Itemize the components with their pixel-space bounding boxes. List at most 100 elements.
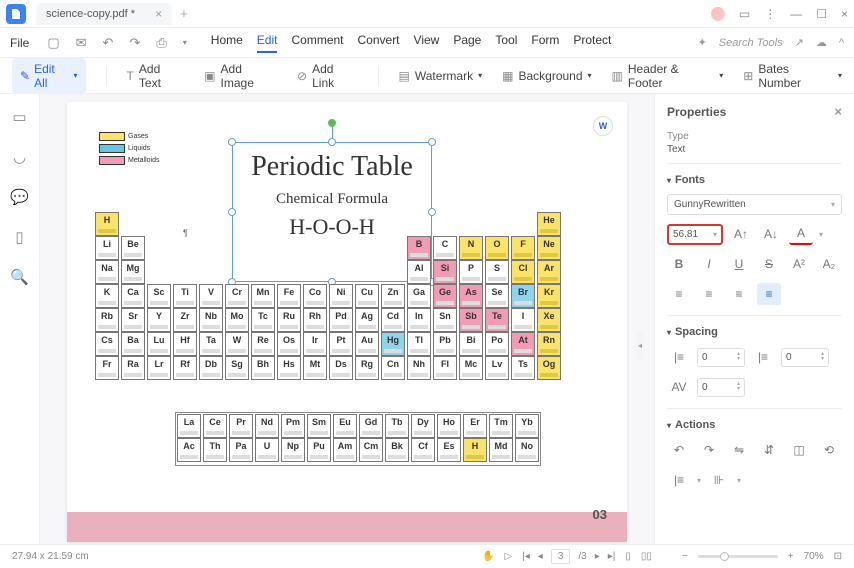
expand-right-handle[interactable]: ◂ bbox=[636, 330, 644, 360]
tab-tool[interactable]: Tool bbox=[495, 33, 517, 53]
undo-icon[interactable]: ↶ bbox=[97, 35, 120, 51]
bookmarks-icon[interactable]: ◡ bbox=[13, 148, 26, 166]
char-spacing-input[interactable]: 0▴▾ bbox=[697, 378, 745, 397]
resize-handle-ne[interactable] bbox=[428, 138, 436, 146]
tab-home[interactable]: Home bbox=[211, 33, 243, 53]
tab-close-icon[interactable]: × bbox=[155, 7, 162, 21]
underline-icon[interactable]: U bbox=[727, 253, 751, 275]
rotation-handle[interactable] bbox=[328, 119, 336, 127]
tab-edit[interactable]: Edit bbox=[257, 33, 278, 53]
italic-icon[interactable]: I bbox=[697, 253, 721, 275]
search-wand-icon[interactable]: ✦ bbox=[698, 36, 707, 49]
canvas[interactable]: W ¶ Gases Liquids Metalloids Periodic Ta… bbox=[40, 94, 654, 544]
tab-form[interactable]: Form bbox=[531, 33, 559, 53]
add-text-button[interactable]: TAdd Text bbox=[127, 62, 185, 90]
background-button[interactable]: ▦Background▾ bbox=[502, 69, 591, 83]
file-menu[interactable]: File bbox=[10, 36, 29, 50]
next-page-icon[interactable]: ▸ bbox=[595, 551, 600, 562]
font-color-icon[interactable]: A bbox=[789, 223, 813, 245]
resize-handle-nw[interactable] bbox=[228, 138, 236, 146]
header-footer-button[interactable]: ▥Header & Footer▾ bbox=[612, 62, 724, 90]
increase-font-icon[interactable]: A↑ bbox=[729, 223, 753, 245]
kebab-icon[interactable]: ⋮ bbox=[764, 7, 776, 21]
zoom-thumb[interactable] bbox=[720, 552, 729, 561]
notify-icon[interactable]: ▭ bbox=[739, 7, 750, 21]
tab-page[interactable]: Page bbox=[453, 33, 481, 53]
minimize-icon[interactable]: — bbox=[790, 7, 802, 21]
two-page-icon[interactable]: ▯▯ bbox=[641, 551, 652, 562]
collapse-ribbon-icon[interactable]: ^ bbox=[839, 37, 844, 49]
tab-comment[interactable]: Comment bbox=[291, 33, 343, 53]
zoom-in-icon[interactable]: + bbox=[788, 551, 794, 562]
close-window-icon[interactable]: × bbox=[841, 7, 848, 21]
document-tab[interactable]: science-copy.pdf * × bbox=[36, 3, 172, 25]
flip-h-icon[interactable]: ⇋ bbox=[727, 439, 751, 461]
attachments-icon[interactable]: ▯ bbox=[15, 228, 23, 246]
word-export-icon[interactable]: W bbox=[593, 116, 613, 136]
bates-number-button[interactable]: ⊞Bates Number▾ bbox=[743, 62, 842, 90]
print-icon[interactable]: ⎙ bbox=[150, 35, 172, 51]
text-selection-box[interactable]: Periodic Table Chemical Formula H-O-O-H bbox=[232, 142, 432, 282]
cloud-sync-icon[interactable]: ☁ bbox=[816, 36, 827, 49]
tab-convert[interactable]: Convert bbox=[358, 33, 400, 53]
bold-icon[interactable]: B bbox=[667, 253, 691, 275]
align-right-icon[interactable]: ≡ bbox=[727, 283, 751, 305]
superscript-icon[interactable]: A² bbox=[787, 253, 811, 275]
add-image-button[interactable]: ▣Add Image bbox=[204, 62, 277, 90]
font-family-select[interactable]: GunnyRewritten▾ bbox=[667, 194, 842, 215]
mail-icon[interactable]: ✉ bbox=[70, 35, 93, 51]
fonts-section[interactable]: Fonts bbox=[675, 174, 705, 186]
element-Se: Se bbox=[485, 284, 509, 308]
open-external-icon[interactable]: ↗ bbox=[795, 36, 804, 49]
add-link-button[interactable]: ⊘Add Link bbox=[297, 62, 358, 90]
fit-page-icon[interactable]: ⊡ bbox=[834, 551, 842, 562]
save-icon[interactable]: ▢ bbox=[41, 35, 65, 51]
thumbnails-icon[interactable]: ▭ bbox=[12, 108, 26, 126]
chevron-down-icon[interactable]: ▾ bbox=[177, 38, 193, 47]
strikethrough-icon[interactable]: S bbox=[757, 253, 781, 275]
zoom-slider[interactable] bbox=[698, 555, 778, 558]
element-Li: Li bbox=[95, 236, 119, 260]
replace-icon[interactable]: ⟲ bbox=[817, 439, 841, 461]
align-left-icon[interactable]: ≡ bbox=[667, 283, 691, 305]
decrease-font-icon[interactable]: A↓ bbox=[759, 223, 783, 245]
spacing-section[interactable]: Spacing bbox=[675, 326, 718, 338]
resize-handle-w[interactable] bbox=[228, 208, 236, 216]
prev-page-icon[interactable]: ◂ bbox=[538, 551, 543, 562]
crop-icon[interactable]: ◫ bbox=[787, 439, 811, 461]
hand-tool-icon[interactable]: ✋ bbox=[482, 551, 494, 562]
subscript-icon[interactable]: A₂ bbox=[817, 253, 841, 275]
line-spacing-input[interactable]: 0▴▾ bbox=[697, 348, 745, 367]
select-tool-icon[interactable]: ▷ bbox=[504, 551, 512, 562]
zoom-out-icon[interactable]: − bbox=[682, 551, 688, 562]
resize-handle-e[interactable] bbox=[428, 208, 436, 216]
align-center-icon[interactable]: ≡ bbox=[697, 283, 721, 305]
para-spacing-input[interactable]: 0▴▾ bbox=[781, 348, 829, 367]
resize-handle-n[interactable] bbox=[328, 138, 336, 146]
maximize-icon[interactable]: ☐ bbox=[816, 7, 827, 21]
flip-v-icon[interactable]: ⇵ bbox=[757, 439, 781, 461]
rotate-left-icon[interactable]: ↶ bbox=[667, 439, 691, 461]
tab-view[interactable]: View bbox=[414, 33, 440, 53]
edit-all-button[interactable]: ✎Edit All▾ bbox=[12, 58, 86, 94]
single-page-icon[interactable]: ▯ bbox=[625, 551, 631, 562]
align-justify-icon[interactable]: ≡ bbox=[757, 283, 781, 305]
search-tools[interactable]: Search Tools bbox=[719, 37, 783, 49]
font-size-input[interactable]: 56.81▾ bbox=[667, 224, 723, 245]
tab-protect[interactable]: Protect bbox=[573, 33, 611, 53]
rotate-right-icon[interactable]: ↷ bbox=[697, 439, 721, 461]
close-panel-icon[interactable]: × bbox=[834, 104, 842, 119]
page-input[interactable]: 3 bbox=[551, 549, 571, 564]
cloud-icon[interactable] bbox=[711, 7, 725, 21]
watermark-button[interactable]: ▤Watermark▾ bbox=[399, 69, 483, 83]
line-height-icon[interactable]: |≡ bbox=[667, 469, 691, 491]
first-page-icon[interactable]: |◂ bbox=[522, 551, 530, 562]
align-objects-icon[interactable]: ⊪ bbox=[707, 469, 731, 491]
comments-icon[interactable]: 💬 bbox=[10, 188, 29, 206]
last-page-icon[interactable]: ▸| bbox=[608, 551, 616, 562]
zoom-value[interactable]: 70% bbox=[804, 551, 824, 562]
new-tab-icon[interactable]: + bbox=[180, 6, 188, 21]
redo-icon[interactable]: ↷ bbox=[123, 35, 146, 51]
actions-section[interactable]: Actions bbox=[675, 419, 715, 431]
search-icon[interactable]: 🔍 bbox=[10, 268, 29, 286]
